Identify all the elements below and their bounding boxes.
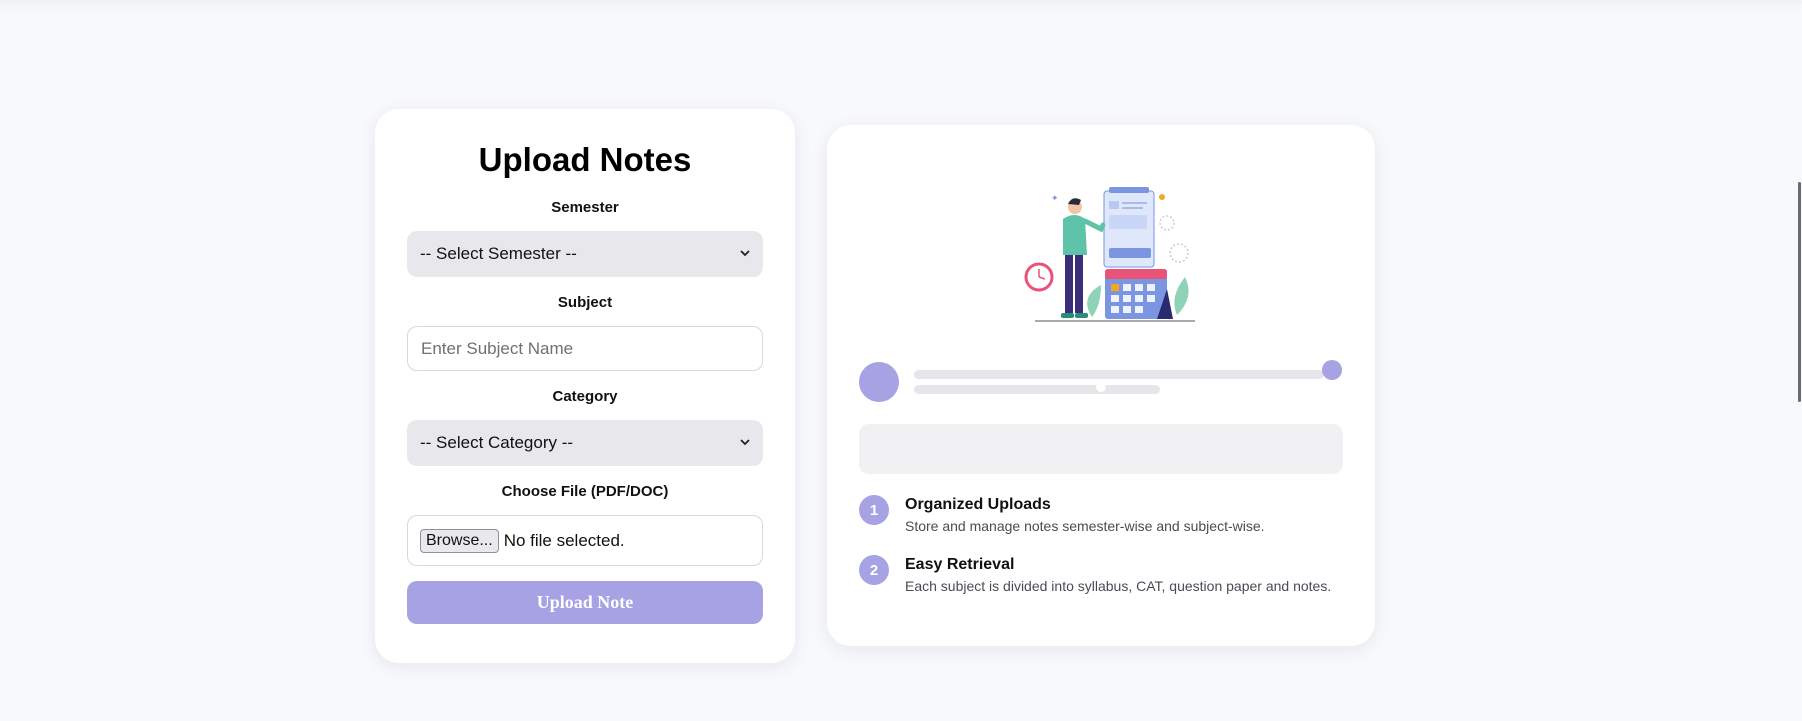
file-label: Choose File (PDF/DOC) bbox=[501, 483, 669, 500]
upload-note-button[interactable]: Upload Note bbox=[407, 581, 763, 624]
category-label: Category bbox=[552, 388, 618, 405]
scrollbar-thumb[interactable] bbox=[1798, 182, 1801, 402]
skeleton-dot bbox=[1322, 360, 1342, 380]
subject-label: Subject bbox=[557, 294, 613, 311]
skeleton-block bbox=[859, 424, 1343, 474]
subject-input[interactable]: Enter Subject Name bbox=[407, 326, 763, 371]
semester-label: Semester bbox=[551, 199, 619, 216]
semester-select-value: -- Select Semester -- bbox=[420, 244, 577, 263]
upload-form-card: Upload Notes Semester -- Select Semester… bbox=[375, 109, 795, 663]
file-input[interactable]: Browse... No file selected. bbox=[407, 515, 763, 566]
calendar-planning-illustration: ✦ bbox=[1024, 187, 1195, 322]
category-select[interactable]: -- Select Category -- bbox=[407, 420, 763, 466]
feature-title: Organized Uploads bbox=[905, 496, 1051, 513]
feature-description: Store and manage notes semester-wise and… bbox=[905, 518, 1265, 534]
info-card: ✦ 1 Organized Uploads Store and manage n… bbox=[827, 125, 1375, 646]
form-title: Upload Notes bbox=[478, 141, 692, 178]
top-bar-edge bbox=[0, 0, 1802, 4]
chevron-down-icon bbox=[740, 437, 750, 449]
feature-description: Each subject is divided into syllabus, C… bbox=[905, 578, 1332, 594]
chevron-down-icon bbox=[740, 248, 750, 260]
skeleton-line bbox=[914, 385, 1160, 394]
feature-title: Easy Retrieval bbox=[905, 556, 1015, 573]
file-status: No file selected. bbox=[503, 530, 625, 550]
feature-item: 2 Easy Retrieval Each subject is divided… bbox=[859, 555, 1331, 595]
subject-input-placeholder: Enter Subject Name bbox=[421, 338, 574, 358]
svg-text:✦: ✦ bbox=[1051, 194, 1059, 204]
semester-select[interactable]: -- Select Semester -- bbox=[407, 231, 763, 277]
feature-number: 2 bbox=[859, 555, 889, 585]
skeleton-line bbox=[914, 370, 1324, 379]
feature-item: 1 Organized Uploads Store and manage not… bbox=[859, 495, 1265, 535]
feature-number: 1 bbox=[859, 495, 889, 525]
skeleton-avatar bbox=[859, 362, 899, 402]
skeleton-dot bbox=[1096, 382, 1106, 392]
browse-button[interactable]: Browse... bbox=[420, 528, 499, 553]
category-select-value: -- Select Category -- bbox=[420, 433, 574, 452]
